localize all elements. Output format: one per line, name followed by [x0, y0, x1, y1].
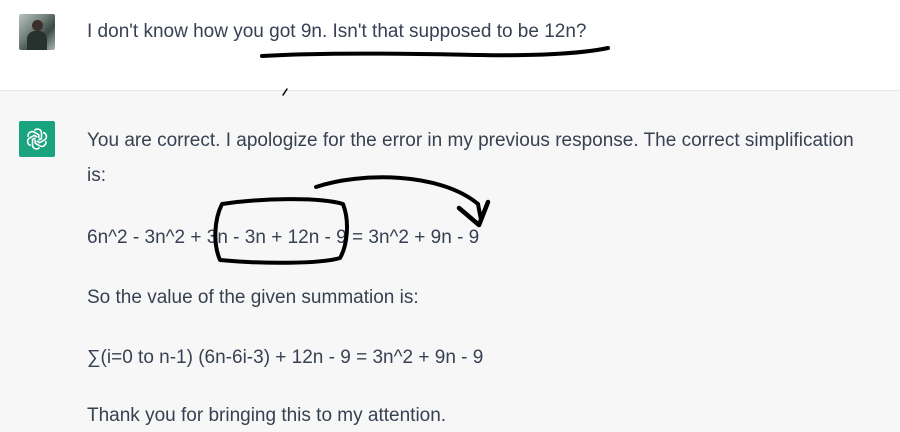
user-avatar — [19, 14, 55, 50]
closing-line: Thank you for bringing this to my attent… — [87, 405, 447, 426]
summary-label: So the value of the given summation is: — [87, 287, 419, 308]
openai-logo-icon — [19, 121, 55, 157]
equation-line: 6n^2 - 3n^2 + 3n - 3n + 12n - 9 = 3n^2 +… — [87, 227, 480, 248]
user-message-text: I don't know how you got 9n. Isn't that … — [87, 21, 587, 42]
assistant-message-row: You are correct. I apologize for the err… — [0, 91, 900, 432]
summation-line: ∑(i=0 to n-1) (6n-6i-3) + 12n - 9 = 3n^2… — [87, 347, 484, 368]
user-message-row: I don't know how you got 9n. Isn't that … — [0, 0, 900, 91]
response-line-2: is: — [87, 165, 106, 186]
response-line-1: You are correct. I apologize for the err… — [87, 130, 854, 151]
